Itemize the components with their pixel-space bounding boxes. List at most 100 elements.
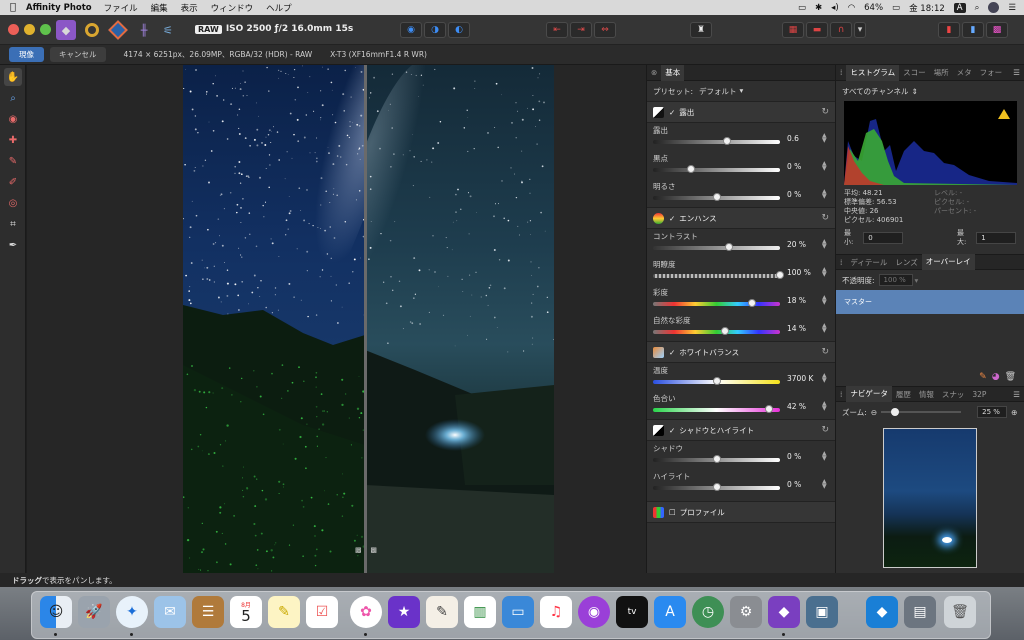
stepper-icon[interactable]: ▲ ▼ (822, 401, 827, 412)
assistant-button[interactable]: ♜ (690, 22, 712, 38)
split-view-divider[interactable] (364, 65, 367, 573)
cancel-button[interactable]: キャンセル (50, 47, 106, 62)
spotlight-icon[interactable]: ⌕ (975, 3, 980, 13)
split-view-button[interactable]: ⇤ (546, 22, 568, 38)
zoom-tool-icon[interactable]: ⌕ (4, 89, 22, 107)
tab-info[interactable]: 情報 (915, 389, 938, 400)
blemish-tool-icon[interactable]: ✚ (4, 131, 22, 149)
apple-tv-icon[interactable]: tv (616, 596, 648, 628)
time-machine-icon[interactable]: ◷ (692, 596, 724, 628)
profile-section-header[interactable]: ☐ プロファイル (647, 501, 835, 523)
swap-view-button[interactable]: ⇔ (594, 22, 616, 38)
slider-track[interactable] (653, 330, 780, 334)
magnet-icon[interactable]: ∩ (830, 22, 852, 38)
zoom-slider[interactable] (881, 408, 962, 416)
contacts-icon[interactable]: ☰ (192, 596, 224, 628)
slider-knob[interactable] (712, 377, 721, 385)
navigator-preview-area[interactable] (836, 422, 1024, 572)
tab-basic[interactable]: 基本 (661, 64, 685, 81)
podcasts-icon[interactable]: ◉ (578, 596, 610, 628)
split-view-handle[interactable]: ▩ ▩ (355, 546, 377, 558)
minimize-window-button[interactable] (24, 24, 35, 35)
slider-knob[interactable] (712, 193, 721, 201)
enhance-section-header[interactable]: ✓ エンハンス ↻ (647, 207, 835, 229)
slider-value[interactable]: 14 % (787, 324, 821, 333)
battery-percent[interactable]: 64% (864, 3, 883, 13)
stepper-icon[interactable]: ▲ ▼ (822, 161, 827, 172)
menu-app-name[interactable]: Affinity Photo (26, 3, 92, 13)
tab-detail[interactable]: ディテール (846, 257, 891, 268)
tab-snapshots[interactable]: スナッ (938, 389, 969, 400)
slider-track[interactable] (653, 140, 780, 144)
slider-track[interactable] (653, 274, 780, 278)
tab-location[interactable]: 場所 (930, 67, 953, 78)
stepper-icon[interactable]: ▲ ▼ (822, 373, 827, 384)
downloads-folder-icon[interactable]: ◆ (866, 596, 898, 628)
reset-icon[interactable]: ↻ (821, 213, 829, 223)
volume-icon[interactable]: ◂) (831, 3, 839, 13)
develop-persona-icon[interactable] (108, 20, 128, 40)
imovie-icon[interactable]: ★ (388, 596, 420, 628)
mail-preview-icon[interactable]: ✉ (154, 596, 186, 628)
reset-icon[interactable]: ↻ (821, 425, 829, 435)
shadows-highlights-section-header[interactable]: ✓ シャドウとハイライト ↻ (647, 419, 835, 441)
slider-value[interactable]: 0 % (787, 480, 821, 489)
tab-scope[interactable]: スコー (899, 67, 930, 78)
stepper-icon[interactable]: ▲ ▼ (822, 295, 827, 306)
add-gradient-overlay-icon[interactable]: ◕ (992, 372, 1000, 386)
stepper-icon[interactable]: ▲ ▼ (822, 189, 827, 200)
menu-window[interactable]: ウィンドウ (211, 2, 254, 14)
stepper-icon[interactable]: ▲ ▼ (822, 267, 827, 278)
enhance-enable-checkbox[interactable]: ✓ (669, 214, 675, 223)
affinity-photo-icon[interactable]: ◆ (768, 596, 800, 628)
launchpad-icon[interactable]: 🚀 (78, 596, 110, 628)
zoom-out-icon[interactable]: ⊖ (871, 408, 877, 417)
gradient-tool-icon[interactable]: ◎ (4, 194, 22, 212)
screenshots-folder-icon[interactable]: ▤ (904, 596, 936, 628)
red-eye-tool-icon[interactable]: ◉ (4, 110, 22, 128)
slider-value[interactable]: 18 % (787, 296, 821, 305)
tab-histogram[interactable]: ヒストグラム (846, 64, 900, 81)
finder-icon[interactable]: ☺ (40, 596, 72, 628)
system-preferences-icon[interactable]: ⚙ (730, 596, 762, 628)
tab-history[interactable]: 履歴 (892, 389, 915, 400)
music-icon[interactable]: ♫ (540, 596, 572, 628)
white-balance-section-header[interactable]: ✓ ホワイトバランス ↻ (647, 341, 835, 363)
exposure-section-header[interactable]: ✓ 露出 ↻ (647, 101, 835, 123)
slider-track[interactable] (653, 246, 780, 250)
calendar-icon[interactable]: 8月 5 (230, 596, 262, 628)
slider-value[interactable]: 3700 K (787, 374, 821, 383)
notes-icon[interactable]: ✎ (268, 596, 300, 628)
bluetooth-icon[interactable]: ✱ (815, 3, 822, 13)
photos-icon[interactable]: ✿ (350, 596, 382, 628)
max-input[interactable]: 1 (976, 232, 1016, 244)
develop-button[interactable]: 現像 (9, 47, 44, 62)
highlight-clip-button[interactable]: ◐ (448, 22, 470, 38)
profile-enable-checkbox[interactable]: ☐ (669, 508, 676, 517)
pages-icon[interactable]: ✎ (426, 596, 458, 628)
slider-value[interactable]: 100 % (787, 268, 821, 277)
grid-overlay-button[interactable]: ▦ (782, 22, 804, 38)
chevron-down-icon[interactable]: ▾ (854, 22, 866, 38)
add-brush-overlay-icon[interactable]: ✎ (979, 372, 987, 386)
hand-tool-icon[interactable]: ✋ (4, 68, 22, 86)
exposure-enable-checkbox[interactable]: ✓ (669, 108, 675, 117)
arrange-panels-button[interactable]: ▮ (938, 22, 960, 38)
slider-value[interactable]: 20 % (787, 240, 821, 249)
menu-view[interactable]: 表示 (181, 2, 198, 14)
export-persona-icon[interactable]: ⚟ (158, 20, 178, 40)
safari-icon[interactable]: ✦ (116, 596, 148, 628)
shadows-highlights-enable-checkbox[interactable]: ✓ (669, 426, 675, 435)
slider-value[interactable]: 0 % (787, 190, 821, 199)
airplay-icon[interactable]: ▭ (798, 3, 806, 13)
overlay-brush-tool-icon[interactable]: ✐ (4, 173, 22, 191)
slider-value[interactable]: 42 % (787, 402, 821, 411)
tab-lens[interactable]: レンズ (891, 257, 921, 268)
slider-value[interactable]: 0.6 (787, 134, 821, 143)
reset-icon[interactable]: ↻ (821, 347, 829, 357)
preset-select[interactable]: デフォルト ▾ (699, 86, 743, 97)
chevron-down-icon[interactable]: ▾ (915, 276, 919, 285)
white-balance-enable-checkbox[interactable]: ✓ (669, 348, 675, 357)
tone-mapping-persona-icon[interactable]: ╫ (134, 20, 154, 40)
clock[interactable]: 金 18:12 (909, 2, 945, 14)
